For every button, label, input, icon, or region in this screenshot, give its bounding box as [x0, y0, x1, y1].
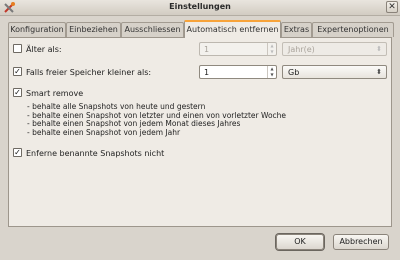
tab-konfiguration[interactable]: Konfiguration [8, 22, 66, 37]
older-than-label: Älter als: [26, 45, 62, 54]
chevron-updown-icon: ⬍ [376, 68, 382, 76]
spin-arrows-icon: ▲ ▼ [267, 66, 276, 78]
title-bar: Einstellungen ✕ [0, 0, 400, 16]
tab-ausschliessen[interactable]: Ausschliessen [121, 22, 184, 37]
free-space-unit: Gb [288, 68, 300, 77]
cancel-button[interactable]: Abbrechen [333, 234, 389, 250]
free-space-value: 1 [204, 68, 210, 77]
older-than-checkbox[interactable] [13, 44, 22, 53]
smart-remove-rule: - behalte einen Snapshot von jedem Jahr [27, 127, 181, 137]
smart-remove-label: Smart remove [26, 89, 84, 98]
free-space-checkbox[interactable]: ✓ [13, 67, 22, 76]
check-mark-icon: ✓ [14, 88, 21, 97]
older-than-value: 1 [204, 45, 210, 54]
tab-expertenoptionen[interactable]: Expertenoptionen [312, 22, 394, 37]
chevron-updown-icon: ⬍ [376, 45, 382, 53]
check-mark-icon: ✓ [14, 148, 21, 157]
tab-einbeziehen[interactable]: Einbeziehen [66, 22, 121, 37]
close-button[interactable]: ✕ [386, 1, 398, 13]
smart-remove-rules: - behalte alle Snapshots von heute und g… [27, 102, 286, 137]
tab-automatisch-entfernen[interactable]: Automatisch entfernen [184, 20, 281, 38]
older-than-unit: Jahr(e) [288, 45, 315, 54]
smart-remove-checkbox[interactable]: ✓ [13, 88, 22, 97]
close-icon: ✕ [388, 2, 396, 12]
spin-arrows-icon: ▲ ▼ [267, 43, 276, 55]
older-than-value-spinbox[interactable]: 1 ▲ ▼ [199, 42, 277, 56]
ok-button[interactable]: OK [276, 234, 324, 250]
check-mark-icon: ✓ [14, 67, 21, 76]
older-than-unit-select[interactable]: Jahr(e) ⬍ [282, 42, 387, 56]
tab-panel: Älter als: 1 ▲ ▼ Jahr(e) ⬍ ✓ Falls freier… [8, 37, 392, 227]
window-title: Einstellungen [169, 2, 231, 11]
free-space-label: Falls freier Speicher kleiner als: [26, 68, 152, 77]
free-space-unit-select[interactable]: Gb ⬍ [282, 65, 387, 79]
tab-extras[interactable]: Extras [281, 22, 312, 37]
free-space-value-spinbox[interactable]: 1 ▲ ▼ [199, 65, 277, 79]
remove-named-checkbox[interactable]: ✓ [13, 148, 22, 157]
remove-named-label: Enferne benannte Snapshots nicht [26, 149, 165, 158]
